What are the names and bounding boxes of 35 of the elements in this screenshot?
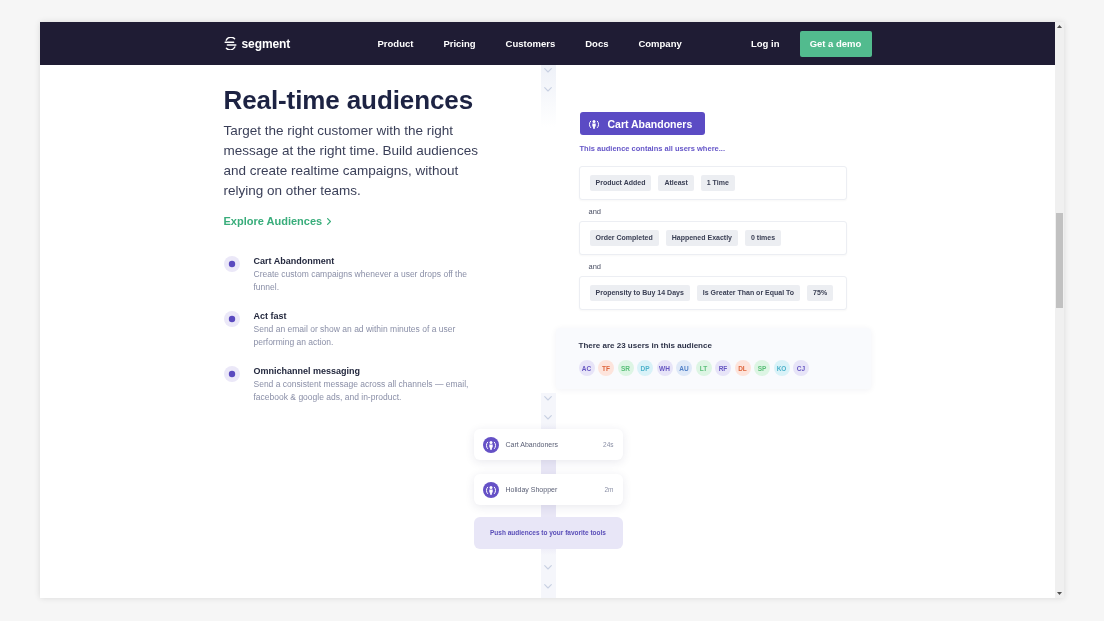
nav-link[interactable]: Customers: [505, 38, 556, 49]
people-icon: [482, 436, 499, 453]
people-icon: [587, 117, 600, 130]
nav-link[interactable]: Pricing: [443, 38, 476, 49]
users-count-text: There are 23 users in this audience: [578, 341, 713, 351]
feature-title: Omnichannel messaging: [253, 365, 362, 377]
bullet-dot-icon: [223, 366, 240, 382]
chevron-down-icon: [544, 396, 552, 401]
arrow-down-icon[interactable]: [1057, 592, 1062, 595]
scrollbar[interactable]: [1055, 22, 1064, 598]
feature-description: Create custom campaigns whenever a user drops off the funnel.: [253, 268, 468, 294]
logo-wordmark[interactable]: segment: [241, 36, 291, 51]
bullet-dot-icon: [223, 311, 240, 327]
nav-link[interactable]: Docs: [585, 38, 609, 49]
audience-name: Cart Abandoners: [607, 117, 693, 130]
login-link[interactable]: Log in: [751, 38, 780, 49]
arrow-up-icon[interactable]: [1057, 25, 1062, 28]
logo-icon[interactable]: [223, 37, 237, 50]
feature-description: Send an email or show an ad within minutes of a user performing an action.: [253, 323, 457, 349]
chevron-right-icon: [327, 217, 332, 225]
feature-title: Cart Abandonment: [253, 255, 336, 267]
nav-link[interactable]: Company: [638, 38, 682, 49]
feature-title: Act fast: [253, 310, 288, 322]
chevron-down-icon: [544, 415, 552, 420]
chevron-down-icon: [544, 68, 552, 73]
feature-description: Send a consistent message across all channels — email, facebook & google ads, and in-product.: [253, 378, 470, 404]
bullet-dot-icon: [223, 256, 240, 272]
scrollbar-thumb[interactable]: [1056, 213, 1063, 308]
people-icon: [482, 481, 499, 498]
section-heading: Real-time audiences: [223, 84, 475, 117]
nav-link[interactable]: Product: [377, 38, 414, 49]
chevron-down-icon: [544, 584, 552, 589]
chevron-down-icon: [544, 565, 552, 570]
section-description: Target the right customer with the right message at the right time. Build audiences and create realtime campaigns, without relying on other teams.: [223, 122, 479, 200]
chevron-down-icon: [544, 87, 552, 92]
